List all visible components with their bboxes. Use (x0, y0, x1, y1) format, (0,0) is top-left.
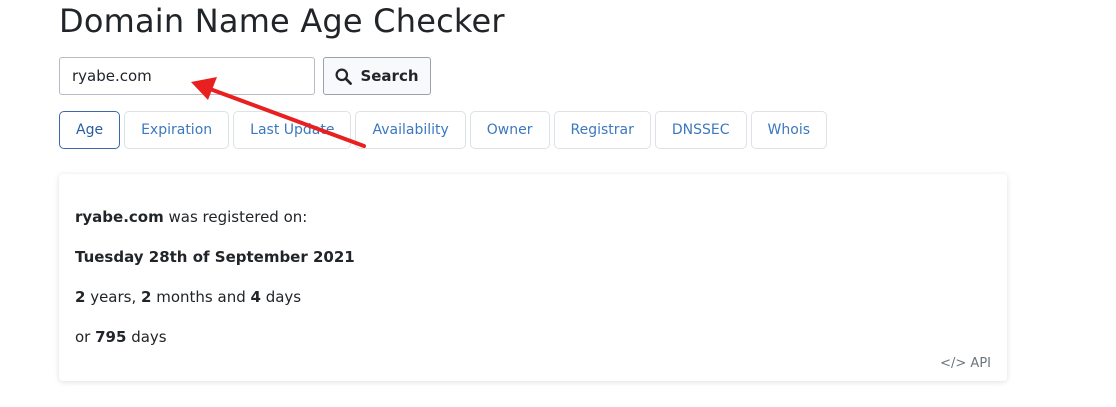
tab-last-update[interactable]: Last Update (233, 111, 352, 149)
total-days: 795 (95, 328, 127, 346)
registered-line: ryabe.com was registered on: (75, 208, 307, 226)
tab-registrar[interactable]: Registrar (553, 111, 651, 149)
age-years-label: years, (85, 288, 142, 306)
page-title: Domain Name Age Checker (59, 2, 505, 40)
api-label: API (970, 356, 991, 371)
domain-search-input[interactable] (59, 57, 315, 95)
age-breakdown-line: 2 years, 2 months and 4 days (75, 288, 301, 306)
search-button[interactable]: Search (323, 57, 431, 95)
result-card: ryabe.com was registered on: Tuesday 28t… (59, 174, 1007, 381)
code-icon: </> (940, 356, 967, 371)
age-years: 2 (75, 288, 86, 306)
lookup-tabs: Age Expiration Last Update Availability … (59, 111, 827, 149)
total-prefix: or (75, 328, 96, 346)
registration-date: Tuesday 28th of September 2021 (75, 248, 355, 266)
result-domain: ryabe.com (75, 208, 164, 226)
age-days: 4 (250, 288, 261, 306)
tab-dnssec[interactable]: DNSSEC (654, 111, 747, 149)
tab-owner[interactable]: Owner (469, 111, 550, 149)
total-suffix: days (126, 328, 167, 346)
age-days-label: days (260, 288, 302, 306)
age-months-label: months and (151, 288, 251, 306)
api-link[interactable]: </> API (940, 356, 991, 371)
tab-whois[interactable]: Whois (750, 111, 827, 149)
search-icon (335, 68, 353, 85)
tab-age[interactable]: Age (59, 111, 121, 149)
total-days-line: or 795 days (75, 328, 167, 346)
tab-expiration[interactable]: Expiration (124, 111, 230, 149)
search-button-label: Search (360, 67, 419, 85)
tab-availability[interactable]: Availability (355, 111, 466, 149)
age-months: 2 (141, 288, 152, 306)
registration-date-line: Tuesday 28th of September 2021 (75, 248, 355, 266)
registered-text: was registered on: (163, 208, 308, 226)
